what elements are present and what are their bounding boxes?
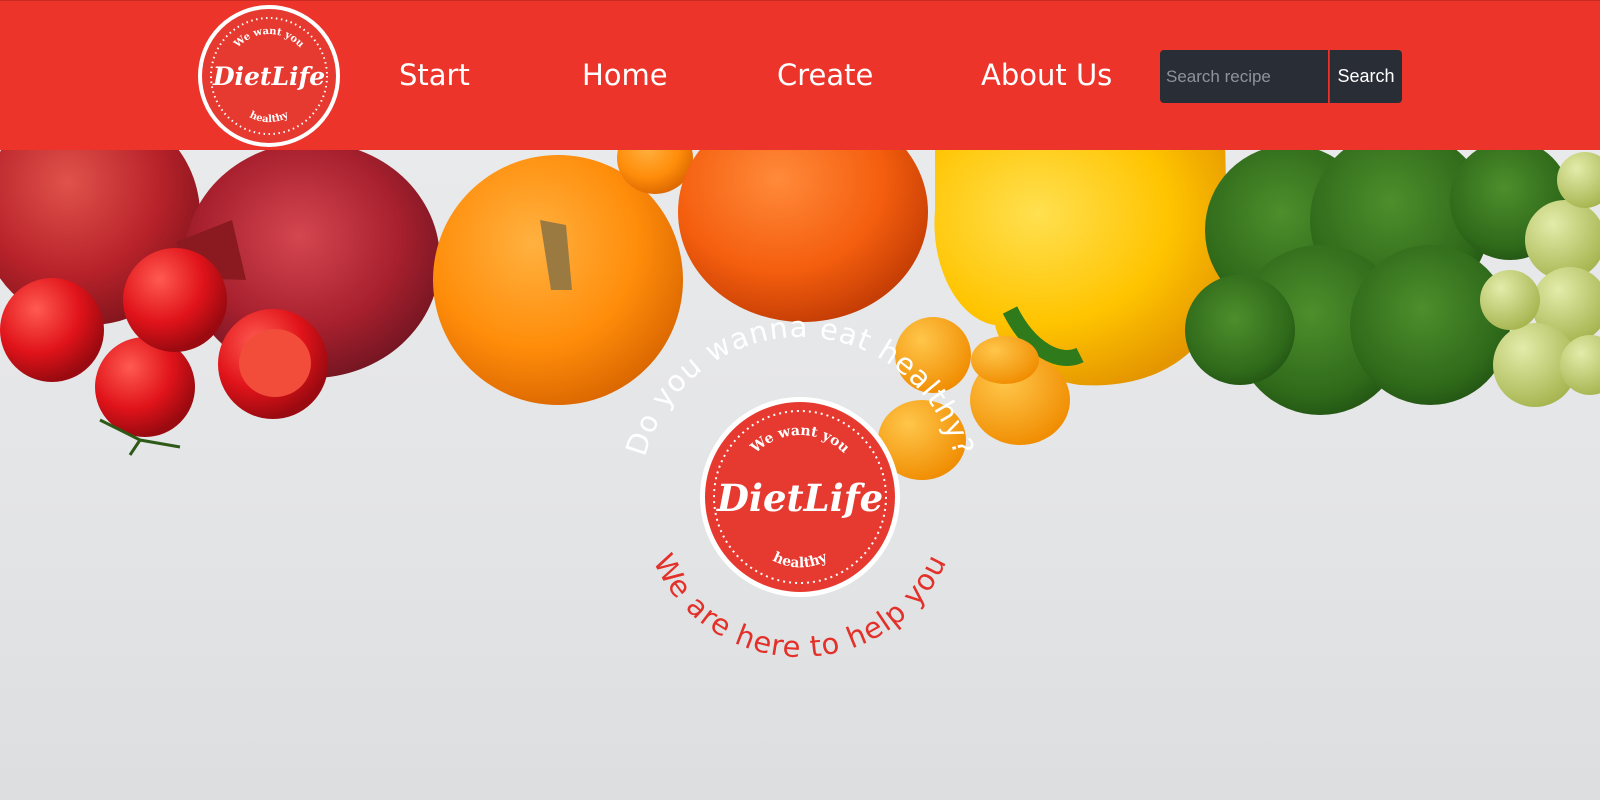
nav-create-link[interactable]: Create <box>777 53 873 97</box>
logo-name: DietLife <box>212 62 325 91</box>
nav-about-us-link[interactable]: About Us <box>981 53 1112 97</box>
tomato <box>0 278 104 382</box>
nav-start-link[interactable]: Start <box>399 53 470 97</box>
top-navbar: We want you DietLife healthy Start Home … <box>0 0 1600 150</box>
tomato <box>95 337 195 437</box>
nav-home-link[interactable]: Home <box>582 53 668 97</box>
tomato-slice-face <box>239 329 311 397</box>
logo-link[interactable]: We want you DietLife healthy <box>198 5 340 147</box>
search-form: Search <box>1160 50 1402 103</box>
dietlife-logo: We want you DietLife healthy <box>210 17 328 135</box>
logo-top-text: We want you <box>231 26 305 51</box>
hero-banner: Do you wanna eat healthy? We are here to… <box>0 150 1600 800</box>
logo-bottom-text: healthy <box>248 109 292 125</box>
badge-name: DietLife <box>716 476 883 520</box>
tomato <box>123 248 227 352</box>
search-input[interactable] <box>1160 50 1328 103</box>
hero-badge: Do you wanna eat healthy? We are here to… <box>619 310 980 664</box>
search-button[interactable]: Search <box>1329 50 1402 103</box>
